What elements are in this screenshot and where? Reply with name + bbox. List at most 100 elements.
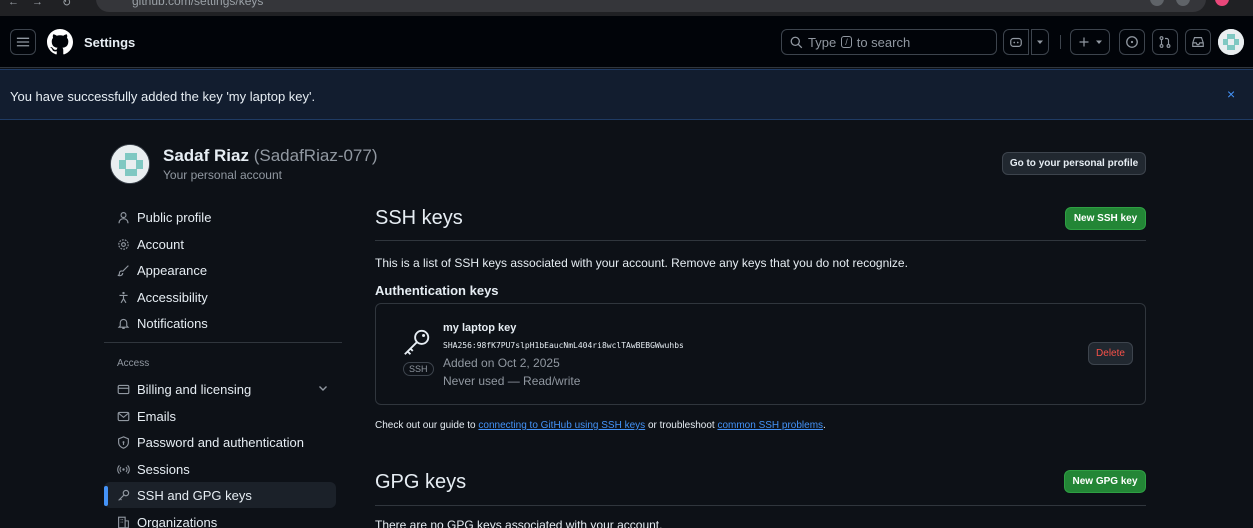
plus-icon: [1079, 37, 1088, 47]
gpg-description: There are no GPG keys associated with yo…: [375, 518, 663, 528]
search-prefix: Type: [808, 34, 837, 50]
search-input[interactable]: Type / to search: [781, 29, 997, 55]
sidebar-item-label: Billing and licensing: [137, 381, 252, 397]
key-icon: [404, 329, 430, 355]
paintbrush-icon: [117, 264, 129, 276]
ssh-troubleshoot-link[interactable]: common SSH problems: [717, 420, 823, 431]
create-new-button[interactable]: [1070, 29, 1110, 55]
ssh-heading-divider: [375, 240, 1146, 241]
authentication-keys-heading: Authentication keys: [375, 283, 499, 298]
key-icon: [118, 489, 130, 501]
pull-requests-button[interactable]: [1152, 29, 1178, 55]
sidebar-item-appearance[interactable]: Appearance: [104, 257, 336, 283]
account-name[interactable]: Sadaf Riaz (SadafRiaz-077): [163, 146, 378, 166]
flash-message: You have successfully added the key 'my …: [10, 89, 316, 104]
ssh-key-usage: Never used — Read/write: [443, 374, 581, 388]
sidebar-item-emails[interactable]: Emails: [104, 403, 336, 429]
ssh-description: This is a list of SSH keys associated wi…: [375, 256, 908, 270]
mail-icon: [117, 411, 130, 421]
bell-icon: [117, 318, 130, 329]
flash-notice: You have successfully added the key 'my …: [0, 69, 1253, 120]
go-to-profile-button[interactable]: Go to your personal profile: [1002, 152, 1146, 175]
ssh-key-type-badge: SSH: [403, 362, 434, 376]
sidebar-item-organizations[interactable]: Organizations: [104, 509, 336, 528]
sidebar-item-billing[interactable]: Billing and licensing: [104, 376, 336, 402]
inbox-button[interactable]: [1185, 29, 1211, 55]
sidebar-item-ssh-and-gpg-keys[interactable]: SSH and GPG keys: [104, 482, 336, 508]
inbox-icon: [1192, 37, 1204, 47]
sidebar-item-label: Accessibility: [137, 289, 208, 305]
back-icon[interactable]: ←: [8, 0, 19, 8]
sidebar-item-sessions[interactable]: Sessions: [104, 456, 336, 482]
sidebar-item-notifications[interactable]: Notifications: [104, 310, 336, 336]
sidebar-active-indicator: [104, 486, 108, 506]
sidebar-item-public-profile[interactable]: Public profile: [104, 204, 336, 230]
issue-opened-icon: [1126, 36, 1138, 48]
sidebar-item-accessibility[interactable]: Accessibility: [104, 284, 336, 310]
copilot-button[interactable]: [1003, 29, 1029, 55]
hamburger-icon: [16, 37, 30, 47]
gpg-keys-heading: GPG keys: [375, 471, 467, 493]
organization-icon: [118, 516, 129, 528]
ssh-key-title: my laptop key: [443, 322, 517, 334]
account-login: (SadafRiaz-077): [253, 146, 378, 165]
global-header: Settings Type / to search: [0, 16, 1253, 68]
gear-icon: [118, 238, 129, 250]
ssh-key-added-date: Added on Oct 2, 2025: [443, 356, 560, 370]
sidebar-item-label: Account: [137, 236, 184, 252]
ssh-keys-heading: SSH keys: [375, 207, 463, 229]
sidebar-item-label: SSH and GPG keys: [137, 487, 252, 503]
sidebar-item-password-and-authentication[interactable]: Password and authentication: [104, 429, 336, 455]
browser-profile-icon[interactable]: [1215, 0, 1229, 6]
accessibility-icon: [119, 291, 128, 303]
triangle-down-icon: [1095, 40, 1102, 44]
sidebar-heading-access: Access: [117, 358, 150, 369]
menu-button[interactable]: [10, 29, 36, 55]
account-avatar[interactable]: [110, 144, 150, 184]
github-logo-icon[interactable]: [47, 29, 73, 55]
shield-lock-icon: [118, 435, 129, 449]
search-icon: [790, 36, 803, 48]
browser-chrome: ← → ↻ github.com/settings/keys: [0, 0, 1253, 16]
sidebar-item-label: Notifications: [137, 315, 208, 331]
close-icon[interactable]: ×: [1227, 86, 1235, 102]
guide-prefix: Check out our guide to: [375, 420, 476, 431]
sidebar-item-label: Emails: [137, 408, 177, 424]
guide-middle: or troubleshoot: [647, 420, 715, 431]
git-pull-request-icon: [1159, 36, 1171, 48]
reload-icon[interactable]: ↻: [62, 0, 72, 9]
credit-card-icon: [117, 384, 130, 394]
new-gpg-key-button[interactable]: New GPG key: [1064, 470, 1146, 493]
person-icon: [118, 211, 129, 223]
copilot-dropdown-button[interactable]: [1031, 29, 1049, 55]
sidebar-item-label: Appearance: [137, 262, 208, 278]
delete-ssh-key-button[interactable]: Delete: [1088, 342, 1133, 365]
user-avatar[interactable]: [1218, 29, 1244, 55]
header-divider: [1060, 35, 1061, 49]
issues-button[interactable]: [1119, 29, 1145, 55]
sidebar-item-label: Password and authentication: [137, 434, 304, 450]
sidebar-item-label: Organizations: [137, 514, 218, 528]
account-display-name: Sadaf Riaz: [163, 146, 249, 165]
ssh-key-item: SSH my laptop key SHA256:98fK7PU7slpH1bE…: [375, 303, 1146, 405]
sidebar-item-account[interactable]: Account: [104, 231, 336, 257]
sidebar-item-label: Public profile: [137, 209, 212, 225]
broadcast-icon: [117, 464, 130, 474]
ssh-guide-link[interactable]: connecting to GitHub using SSH keys: [478, 420, 645, 431]
sidebar-divider: [104, 342, 342, 343]
ssh-key-fingerprint: SHA256:98fK7PU7slpH1bEaucNmL404ri8wclTAw…: [443, 341, 684, 350]
address-bar-text: github.com/settings/keys: [132, 0, 264, 8]
search-shortcut-key: /: [841, 36, 852, 48]
sidebar-item-label: Sessions: [137, 461, 190, 477]
chevron-down-icon[interactable]: [318, 383, 328, 393]
ssh-guide-text: Check out our guide to connecting to Git…: [375, 420, 826, 431]
guide-suffix: .: [823, 420, 826, 431]
page-title: Settings: [84, 35, 136, 50]
new-ssh-key-button[interactable]: New SSH key: [1065, 207, 1146, 230]
gpg-heading-divider: [375, 505, 1146, 506]
account-subtitle: Your personal account: [163, 168, 282, 182]
copilot-icon: [1010, 37, 1022, 47]
forward-icon[interactable]: →: [32, 0, 43, 8]
triangle-down-icon: [1037, 40, 1043, 44]
search-suffix: to search: [856, 34, 911, 50]
